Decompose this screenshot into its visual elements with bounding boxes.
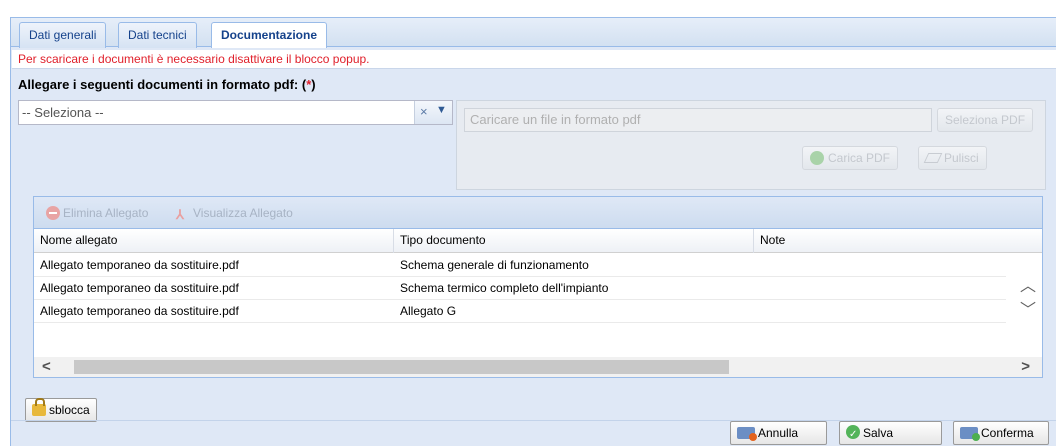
cancel-icon bbox=[737, 427, 757, 441]
minus-circle-icon bbox=[46, 206, 60, 220]
cancel-label: Annulla bbox=[758, 426, 799, 440]
horizontal-scrollbar[interactable]: < > bbox=[34, 357, 1042, 377]
pdf-file-field[interactable]: Caricare un file in formato pdf bbox=[464, 108, 932, 132]
tab-body-documentazione: Per scaricare i documenti è necessario d… bbox=[11, 48, 1056, 446]
delete-attachment-label: Elimina Allegato bbox=[63, 206, 149, 220]
pdf-upload-box: Caricare un file in formato pdf Selezion… bbox=[456, 100, 1046, 190]
table-row[interactable]: Allegato temporaneo da sostituire.pdf Sc… bbox=[34, 254, 1006, 277]
confirm-label: Conferma bbox=[981, 426, 1034, 440]
view-attachment-label: Visualizza Allegato bbox=[193, 206, 293, 220]
combo-value: -- Seleziona -- bbox=[22, 105, 104, 120]
chevron-up-icon[interactable]: ︿ bbox=[1020, 272, 1036, 296]
chevron-left-icon[interactable]: < bbox=[42, 358, 51, 375]
chevron-down-icon[interactable]: ▼ bbox=[436, 104, 447, 116]
grid-toolbar: Elimina Allegato ⅄ Visualizza Allegato bbox=[34, 197, 1042, 229]
confirm-button[interactable]: Conferma bbox=[953, 421, 1049, 445]
pdf-icon: ⅄ bbox=[176, 207, 184, 222]
tab-dati-generali[interactable]: Dati generali bbox=[19, 22, 107, 48]
attach-label-end: ) bbox=[311, 77, 316, 92]
clear-label: Pulisci bbox=[944, 151, 979, 165]
cell-name: Allegato temporaneo da sostituire.pdf bbox=[40, 281, 239, 295]
upload-pdf-button[interactable]: Carica PDF bbox=[802, 146, 899, 170]
column-header-note[interactable]: Note bbox=[754, 229, 1042, 253]
main-panel: Dati generali Dati tecnici Documentazion… bbox=[10, 17, 1056, 446]
eraser-icon bbox=[923, 153, 943, 163]
clear-button[interactable]: Pulisci bbox=[918, 146, 987, 170]
chevron-right-icon[interactable]: > bbox=[1021, 358, 1030, 375]
cell-type: Schema generale di funzionamento bbox=[400, 258, 589, 272]
tab-strip: Dati generali Dati tecnici Documentazion… bbox=[11, 18, 1056, 49]
unlock-button[interactable]: sblocca bbox=[25, 398, 97, 422]
popup-warning: Per scaricare i documenti è necessario d… bbox=[12, 50, 1056, 69]
cell-name: Allegato temporaneo da sostituire.pdf bbox=[40, 258, 239, 272]
chevron-down-icon[interactable]: ﹀ bbox=[1020, 296, 1036, 320]
attach-label: Allegare i seguenti documenti in formato… bbox=[18, 77, 316, 92]
scrollbar-thumb[interactable] bbox=[74, 360, 729, 374]
cell-type: Schema termico completo dell'impianto bbox=[400, 281, 609, 295]
save-label: Salva bbox=[863, 426, 894, 440]
select-pdf-button[interactable]: Seleziona PDF bbox=[937, 108, 1034, 132]
document-type-combo[interactable]: -- Seleziona -- × ▼ bbox=[18, 100, 453, 125]
confirm-icon bbox=[960, 427, 980, 441]
save-button[interactable]: Salva bbox=[839, 421, 942, 446]
attach-label-text: Allegare i seguenti documenti in formato… bbox=[18, 77, 307, 92]
view-attachment-button[interactable]: ⅄ Visualizza Allegato bbox=[176, 206, 293, 222]
tab-documentazione[interactable]: Documentazione bbox=[211, 22, 328, 49]
combo-buttons: × ▼ bbox=[414, 101, 452, 124]
check-circle-icon bbox=[810, 151, 824, 165]
delete-attachment-button[interactable]: Elimina Allegato bbox=[46, 206, 148, 220]
grid-header: Nome allegato Tipo documento Note bbox=[34, 229, 1042, 253]
check-circle-icon bbox=[846, 424, 860, 446]
clear-icon[interactable]: × bbox=[420, 104, 428, 119]
table-row[interactable]: Allegato temporaneo da sostituire.pdf Sc… bbox=[34, 277, 1006, 300]
table-row[interactable]: Allegato temporaneo da sostituire.pdf Al… bbox=[34, 300, 1006, 323]
lock-icon bbox=[32, 398, 46, 416]
attachments-grid: Elimina Allegato ⅄ Visualizza Allegato No… bbox=[33, 196, 1043, 378]
tab-dati-tecnici[interactable]: Dati tecnici bbox=[118, 22, 197, 48]
cell-type: Allegato G bbox=[400, 304, 457, 318]
column-header-nome[interactable]: Nome allegato bbox=[34, 229, 394, 253]
vertical-scrollbar[interactable]: ︿ ﹀ bbox=[1014, 254, 1042, 354]
cell-name: Allegato temporaneo da sostituire.pdf bbox=[40, 304, 239, 318]
unlock-label: sblocca bbox=[49, 403, 90, 417]
column-header-tipo[interactable]: Tipo documento bbox=[394, 229, 754, 253]
upload-pdf-label: Carica PDF bbox=[828, 151, 891, 165]
cancel-button[interactable]: Annulla bbox=[730, 421, 827, 445]
